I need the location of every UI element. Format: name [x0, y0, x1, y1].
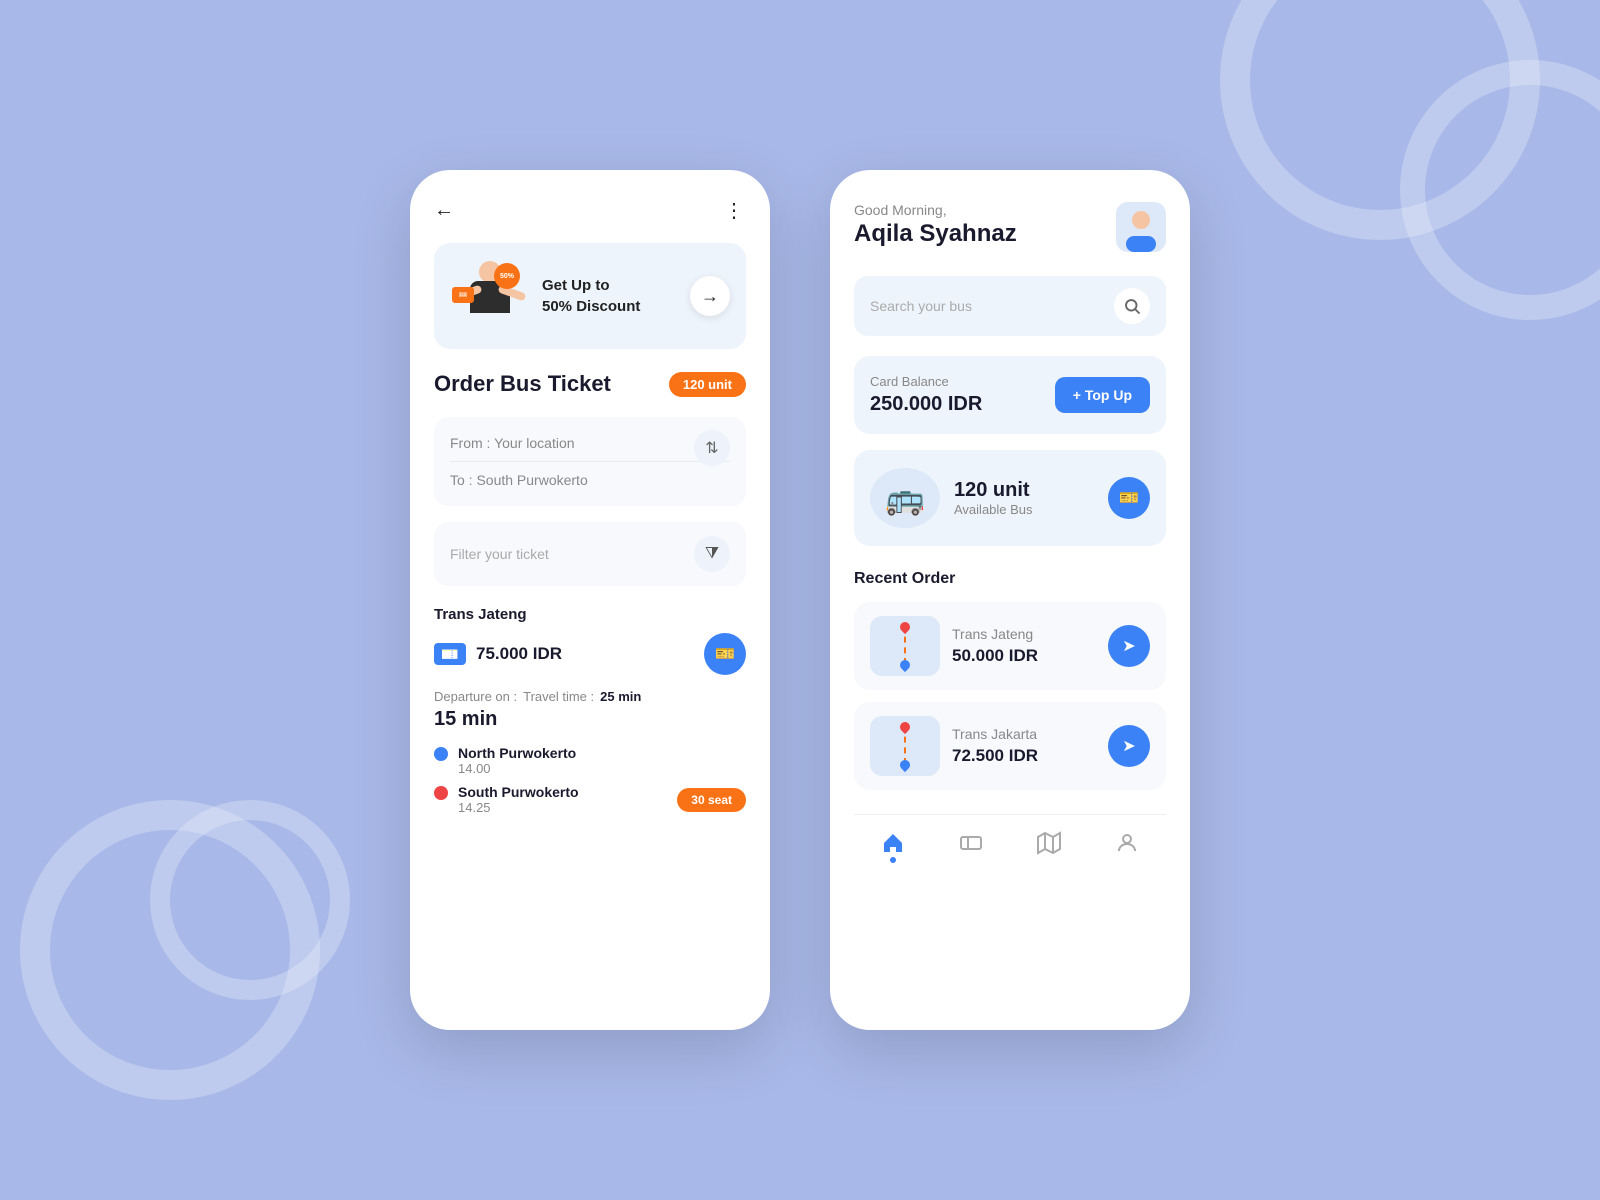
filter-text: Filter your ticket — [450, 546, 549, 562]
filter-button[interactable]: ⧩ — [694, 536, 730, 572]
order-nav-button-0[interactable]: ➤ — [1108, 625, 1150, 667]
nav-profile[interactable] — [1113, 829, 1141, 857]
bus-info-card: 🚌 120 unit Available Bus 🎫 — [854, 450, 1166, 546]
order-card-0: Trans Jateng 50.000 IDR ➤ — [854, 602, 1166, 690]
avatar[interactable] — [1116, 202, 1166, 252]
ticket-price-left: 75.000 IDR — [434, 643, 562, 665]
banner-headline: Get Up to 50% Discount — [542, 275, 678, 317]
order-operator-1: Trans Jakarta — [952, 726, 1096, 742]
stop-to-time: 14.25 — [458, 800, 579, 815]
avatar-svg — [1116, 202, 1166, 252]
topup-button[interactable]: + Top Up — [1055, 377, 1150, 413]
promo-banner: 50% 🎟 Get Up to 50% Discount → — [434, 243, 746, 349]
bus-icon: 🚌 — [870, 468, 940, 528]
bus-count: 120 unit — [954, 479, 1094, 502]
wait-time: 15 min — [434, 708, 746, 731]
route-pin-bottom-1 — [898, 758, 912, 772]
stop-to-info: South Purwokerto 14.25 — [458, 784, 579, 815]
map-icon — [1037, 831, 1061, 855]
balance-amount: 250.000 IDR — [870, 393, 982, 416]
filter-section: Filter your ticket ⧩ — [434, 522, 746, 586]
banner-text: Get Up to 50% Discount — [542, 275, 678, 317]
search-button[interactable] — [1114, 288, 1150, 324]
route-pin-top-0 — [898, 620, 912, 634]
greeting-row: Good Morning, Aqila Syahnaz — [854, 202, 1166, 252]
bg-decoration-3 — [20, 800, 320, 1100]
bus-info: 120 unit Available Bus — [954, 479, 1094, 517]
search-icon — [1123, 297, 1141, 315]
order-card-1: Trans Jakarta 72.500 IDR ➤ — [854, 702, 1166, 790]
order-price-1: 72.500 IDR — [952, 746, 1096, 766]
order-operator-0: Trans Jateng — [952, 626, 1096, 642]
order-price-0: 50.000 IDR — [952, 646, 1096, 666]
departure-label: Departure on : — [434, 689, 517, 704]
left-phone: ← ⋮ 50% 🎟 Get Up to 50% Discount → — [410, 170, 770, 1030]
travel-time: 25 min — [600, 689, 641, 704]
ticket-price-row: 75.000 IDR 🎫 — [434, 633, 746, 675]
swap-button[interactable]: ⇅ — [694, 430, 730, 466]
nav-ticket[interactable] — [957, 829, 985, 857]
stop-to-dot — [434, 786, 448, 800]
right-phone: Good Morning, Aqila Syahnaz Search your … — [830, 170, 1190, 1030]
from-field[interactable]: From : Your location ⇅ — [450, 435, 730, 462]
seat-badge: 30 seat — [677, 788, 746, 812]
search-placeholder-text: Search your bus — [870, 298, 972, 314]
balance-label: Card Balance — [870, 374, 982, 389]
phones-container: ← ⋮ 50% 🎟 Get Up to 50% Discount → — [410, 170, 1190, 1030]
ticket-card: Trans Jateng 75.000 IDR 🎫 Departure on :… — [434, 606, 746, 815]
balance-card: Card Balance 250.000 IDR + Top Up — [854, 356, 1166, 434]
page-title: Order Bus Ticket — [434, 371, 611, 397]
unit-badge: 120 unit — [669, 372, 746, 397]
stop-from-row: North Purwokerto 14.00 — [434, 745, 746, 776]
route-pin-bottom-0 — [898, 658, 912, 672]
book-button[interactable]: 🎫 — [704, 633, 746, 675]
location-form: From : Your location ⇅ To : South Purwok… — [434, 417, 746, 506]
bus-label: Available Bus — [954, 502, 1094, 517]
bottom-nav — [854, 814, 1166, 877]
title-row: Order Bus Ticket 120 unit — [434, 371, 746, 397]
stop-to-name: South Purwokerto — [458, 784, 579, 800]
coupon-badge: 🎟 — [452, 287, 474, 303]
route-pin-top-1 — [898, 720, 912, 734]
profile-icon — [1115, 831, 1139, 855]
stop-to-row: South Purwokerto 14.25 30 seat — [434, 784, 746, 815]
bg-decoration-2 — [1400, 60, 1600, 320]
bus-action-button[interactable]: 🎫 — [1108, 477, 1150, 519]
stop-from-time: 14.00 — [458, 761, 576, 776]
stop-from-info: North Purwokerto 14.00 — [458, 745, 576, 776]
bg-decoration-1 — [1220, 0, 1540, 240]
home-icon — [881, 831, 905, 855]
order-info-1: Trans Jakarta 72.500 IDR — [952, 726, 1096, 766]
discount-badge: 50% — [494, 263, 520, 289]
order-info-0: Trans Jateng 50.000 IDR — [952, 626, 1096, 666]
ticket-departure-row: Departure on : Travel time : 25 min — [434, 689, 746, 704]
nav-home[interactable] — [879, 829, 907, 857]
ticket-operator: Trans Jateng — [434, 606, 746, 623]
bg-decoration-4 — [150, 800, 350, 1000]
balance-info: Card Balance 250.000 IDR — [870, 374, 982, 416]
to-field[interactable]: To : South Purwokerto — [450, 462, 730, 488]
banner-arrow-button[interactable]: → — [690, 276, 730, 316]
order-map-thumb-1 — [870, 716, 940, 776]
banner-illustration: 50% 🎟 — [450, 261, 530, 331]
stop-from-name: North Purwokerto — [458, 745, 576, 761]
stop-from-dot — [434, 747, 448, 761]
back-button[interactable]: ← — [434, 199, 454, 222]
search-bar[interactable]: Search your bus — [854, 276, 1166, 336]
greeting-label: Good Morning, — [854, 202, 1017, 218]
order-nav-button-1[interactable]: ➤ — [1108, 725, 1150, 767]
user-name: Aqila Syahnaz — [854, 220, 1017, 248]
greeting-text: Good Morning, Aqila Syahnaz — [854, 202, 1017, 248]
recent-orders-label: Recent Order — [854, 570, 1166, 588]
ticket-price: 75.000 IDR — [476, 644, 562, 664]
ticket-icon — [959, 831, 983, 855]
left-header: ← ⋮ — [434, 198, 746, 223]
travel-label: Travel time : — [523, 689, 594, 704]
nav-map[interactable] — [1035, 829, 1063, 857]
order-map-thumb-0 — [870, 616, 940, 676]
more-options-button[interactable]: ⋮ — [724, 198, 746, 223]
ticket-type-icon — [434, 643, 466, 665]
